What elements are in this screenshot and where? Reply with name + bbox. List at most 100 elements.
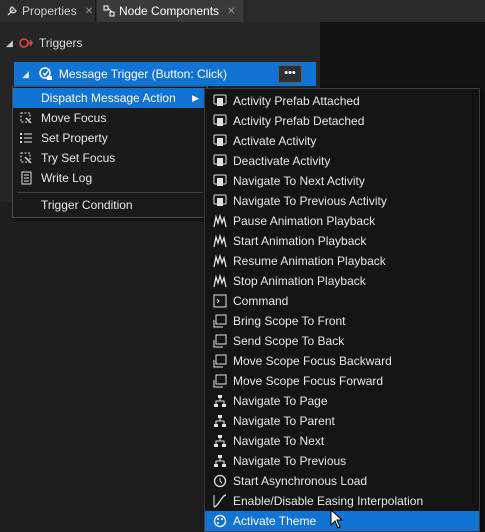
menu-item-label: Trigger Condition [41,198,133,212]
page-nav-icon [213,394,227,408]
submenu-item-label: Start Asynchronous Load [233,474,368,488]
submenu-item-label: Resume Animation Playback [233,254,386,268]
menu-item-label: Set Property [41,131,108,145]
submenu-item-label: Activate Activity [233,134,317,148]
activity-icon [213,154,227,168]
submenu-item-move-scope-focus-forward[interactable]: Move Scope Focus Forward [205,371,479,391]
menu-item-trigger-condition[interactable]: Trigger Condition [13,195,207,215]
submenu-item-navigate-to-page[interactable]: Navigate To Page [205,391,479,411]
submenu-item-label: Activity Prefab Detached [233,114,365,128]
submenu-item-start-animation-playback[interactable]: Start Animation Playback [205,231,479,251]
submenu-item-navigate-to-previous[interactable]: Navigate To Previous [205,451,479,471]
submenu-item-label: Start Animation Playback [233,234,367,248]
menu-item-move-focus[interactable]: Move Focus [13,108,207,128]
submenu-item-move-scope-focus-backward[interactable]: Move Scope Focus Backward [205,351,479,371]
dispatch-message-submenu: Activity Prefab Attached Activity Prefab … [204,88,480,532]
menu-item-write-log[interactable]: Write Log [13,168,207,188]
scope-icon [213,374,227,388]
submenu-item-activity-prefab-attached[interactable]: Activity Prefab Attached [205,91,479,111]
scope-icon [213,314,227,328]
menu-item-label: Move Focus [41,111,107,125]
menu-item-dispatch-message-action[interactable]: Dispatch Message Action ▶ [13,88,207,108]
mouse-cursor-icon [330,509,344,529]
page-nav-icon [213,434,227,448]
menu-item-set-property[interactable]: Set Property [13,128,207,148]
submenu-item-navigate-to-previous-activity[interactable]: Navigate To Previous Activity [205,191,479,211]
menu-separator [17,192,203,193]
activity-icon [213,94,227,108]
easing-icon [213,494,227,508]
submenu-item-deactivate-activity[interactable]: Deactivate Activity [205,151,479,171]
page-nav-icon [213,414,227,428]
tab-properties[interactable]: Properties ✕ [0,0,96,22]
message-trigger-icon [37,66,53,82]
more-options-button[interactable]: ••• [278,65,302,83]
submenu-item-label: Navigate To Next [233,434,325,448]
submenu-item-label: Activate Theme [233,514,317,528]
menu-item-label: Write Log [41,171,93,185]
submenu-item-label: Navigate To Parent [233,414,335,428]
submenu-item-label: Command [233,294,289,308]
scope-icon [213,354,227,368]
submenu-item-label: Bring Scope To Front [233,314,346,328]
tab-node-components[interactable]: Node Components ✕ [97,0,243,22]
submenu-item-label: Move Scope Focus Forward [233,374,384,388]
page-nav-icon [213,454,227,468]
set-property-icon [19,131,33,145]
message-trigger-row[interactable]: ◢ Message Trigger (Button: Click) ••• [14,62,316,86]
message-trigger-label: Message Trigger (Button: Click) [58,67,227,81]
menu-item-label: Dispatch Message Action [41,91,176,105]
expand-arrow-icon[interactable]: ◢ [22,69,29,80]
submenu-item-label: Navigate To Page [233,394,328,408]
submenu-item-label: Activity Prefab Attached [233,94,360,108]
submenu-item-pause-animation-playback[interactable]: Pause Animation Playback [205,211,479,231]
tab-node-components-label: Node Components [119,4,220,18]
tab-bar: Properties ✕ Node Components ✕ [0,0,485,22]
animation-icon [213,234,227,248]
activity-icon [213,194,227,208]
components-icon [103,5,115,17]
triggers-header[interactable]: ◢ Triggers [6,34,83,52]
submenu-item-label: Navigate To Previous Activity [233,194,387,208]
submenu-item-label: Deactivate Activity [233,154,331,168]
theme-icon [213,514,227,528]
submenu-item-label: Enable/Disable Easing Interpolation [233,494,424,508]
write-log-icon [19,171,33,185]
submenu-item-navigate-to-parent[interactable]: Navigate To Parent [205,411,479,431]
animation-icon [213,274,227,288]
submenu-item-label: Navigate To Previous [233,454,347,468]
submenu-item-bring-scope-to-front[interactable]: Bring Scope To Front [205,311,479,331]
try-set-focus-icon [19,151,33,165]
activity-icon [213,114,227,128]
submenu-arrow-icon: ▶ [192,92,199,103]
scope-icon [213,334,227,348]
submenu-item-command[interactable]: Command [205,291,479,311]
submenu-item-send-scope-to-back[interactable]: Send Scope To Back [205,331,479,351]
submenu-item-navigate-to-next[interactable]: Navigate To Next [205,431,479,451]
activity-icon [213,134,227,148]
trigger-icon [19,37,33,49]
submenu-item-resume-animation-playback[interactable]: Resume Animation Playback [205,251,479,271]
close-icon[interactable]: ✕ [85,6,93,17]
close-icon[interactable]: ✕ [227,6,235,17]
submenu-item-label: Send Scope To Back [233,334,345,348]
move-focus-icon [19,111,33,125]
animation-icon [213,214,227,228]
collapse-arrow-icon[interactable]: ◢ [6,38,13,49]
menu-item-try-set-focus[interactable]: Try Set Focus [13,148,207,168]
submenu-item-enable-disable-easing-interpolation[interactable]: Enable/Disable Easing Interpolation [205,491,479,511]
submenu-item-label: Stop Animation Playback [233,274,366,288]
submenu-item-activate-activity[interactable]: Activate Activity [205,131,479,151]
submenu-item-label: Navigate To Next Activity [233,174,365,188]
submenu-item-activity-prefab-detached[interactable]: Activity Prefab Detached [205,111,479,131]
triggers-label: Triggers [38,36,83,50]
submenu-item-label: Move Scope Focus Backward [233,354,392,368]
submenu-item-start-asynchronous-load[interactable]: Start Asynchronous Load [205,471,479,491]
wrench-icon [6,5,18,17]
context-menu: Dispatch Message Action ▶ Move Focus Set… [12,86,208,218]
tab-properties-label: Properties [22,4,77,18]
submenu-item-stop-animation-playback[interactable]: Stop Animation Playback [205,271,479,291]
submenu-item-navigate-to-next-activity[interactable]: Navigate To Next Activity [205,171,479,191]
command-icon [213,294,227,308]
async-load-icon [213,474,227,488]
